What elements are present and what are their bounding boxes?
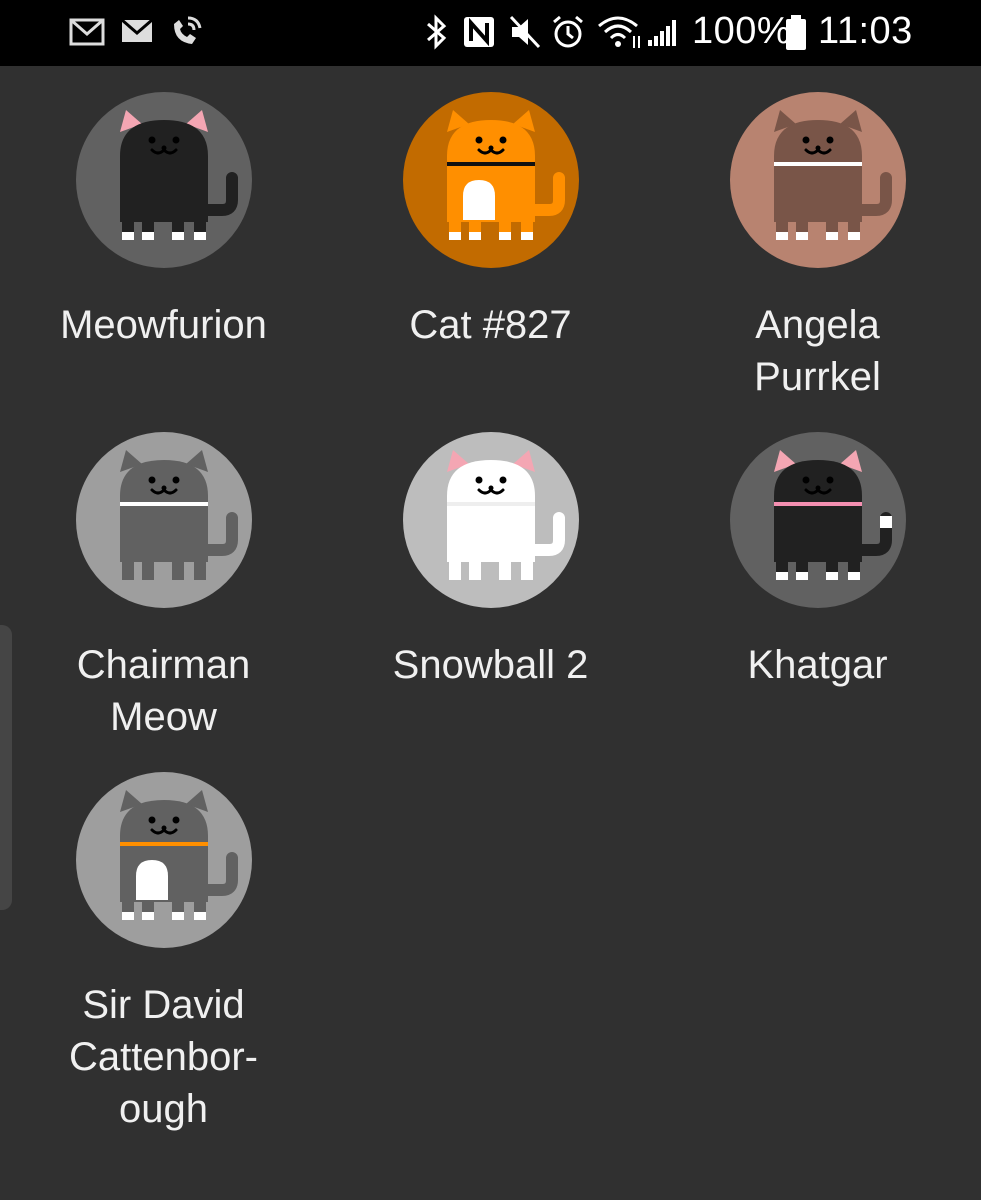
cat-name: Angela Purrkel [754, 303, 881, 399]
cat-item[interactable]: Snowball 2 [327, 432, 654, 772]
cat-avatar-icon [76, 92, 252, 268]
alarm-icon [553, 15, 583, 48]
cat-icon[interactable] [76, 92, 252, 268]
cat-avatar-icon [403, 92, 579, 268]
battery-percent: 100% [692, 10, 792, 52]
mail-icon [121, 18, 153, 42]
signal-icon [648, 20, 676, 46]
cat-avatar-icon [76, 772, 252, 948]
cat-name: Cat #827 [409, 303, 572, 347]
bluetooth-icon [427, 14, 447, 50]
wifi-icon [598, 16, 640, 48]
cat-avatar-icon [730, 432, 906, 608]
cat-icon[interactable] [76, 432, 252, 608]
battery-icon [786, 15, 806, 50]
cat-avatar-icon [403, 432, 579, 608]
cat-icon[interactable] [730, 432, 906, 608]
cat-item[interactable]: Meowfurion [0, 92, 327, 432]
nfc-icon [464, 17, 494, 47]
cat-icon[interactable] [403, 432, 579, 608]
cat-name: Khatgar [747, 643, 888, 687]
mute-icon [509, 15, 541, 49]
cat-name: Snowball 2 [392, 643, 589, 687]
cat-name: Chairman Meow [76, 643, 251, 739]
cat-icon[interactable] [76, 772, 252, 948]
cat-icon[interactable] [403, 92, 579, 268]
cat-item[interactable]: Angela Purrkel [654, 92, 981, 432]
cat-avatar-icon [730, 92, 906, 268]
cat-name: Meowfurion [60, 303, 267, 347]
cat-item[interactable]: Cat #827 [327, 92, 654, 432]
clock: 11:03 [818, 10, 913, 52]
cat-name: Sir David Cattenbor- ough [69, 983, 258, 1131]
cat-avatar-icon [76, 432, 252, 608]
cat-item[interactable]: Sir David Cattenbor- ough [0, 772, 327, 1131]
cat-item[interactable]: Chairman Meow [0, 432, 327, 772]
cat-item[interactable]: Khatgar [654, 432, 981, 772]
wifi-call-icon [174, 16, 202, 44]
gallery-mail-icon [69, 18, 105, 46]
cat-icon[interactable] [730, 92, 906, 268]
status-bar: 100% 11:03 [0, 0, 981, 66]
